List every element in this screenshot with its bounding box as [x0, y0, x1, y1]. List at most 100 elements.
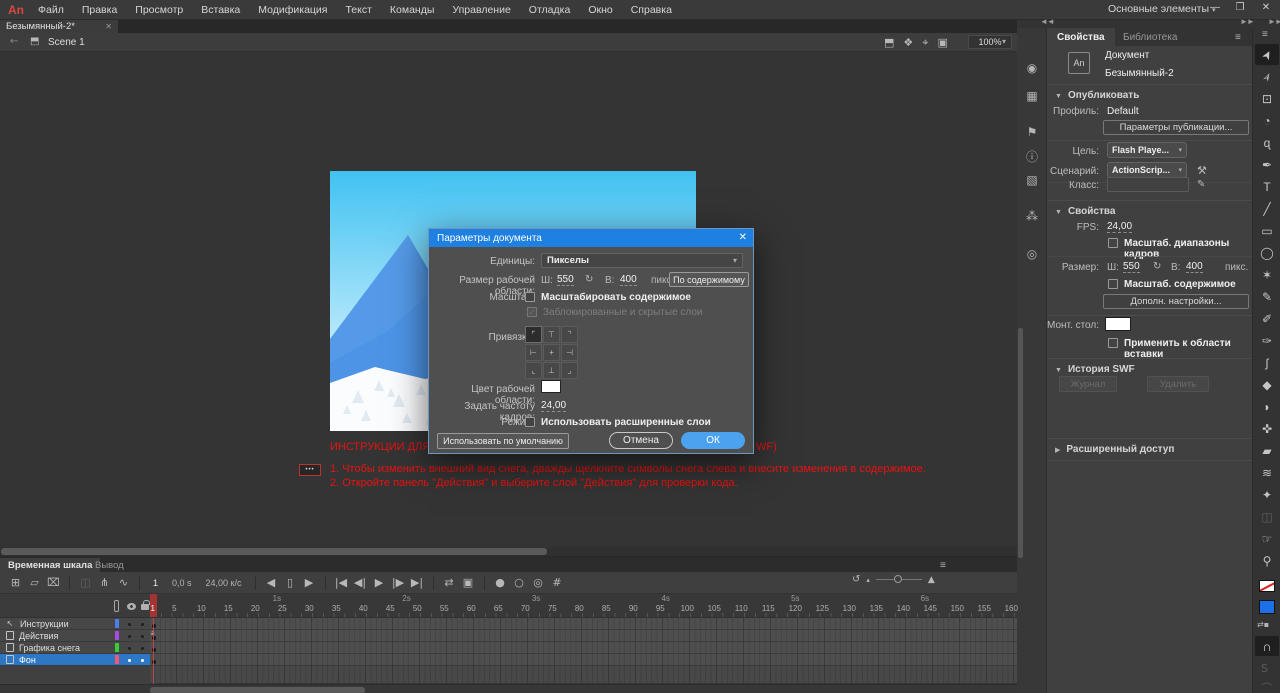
workspace-switcher[interactable]: Основные элементы ▾ — [1108, 3, 1215, 15]
code-snippets-panel-icon[interactable]: ⁂ — [1017, 206, 1047, 226]
collapse-left-chevrons-icon[interactable]: ◄◄ — [1040, 17, 1054, 26]
loop-playback-icon[interactable]: ⇄ — [440, 575, 459, 591]
color-panel-icon[interactable]: ◉ — [1017, 58, 1047, 78]
empty-frame-area[interactable] — [150, 666, 1017, 684]
asset-warp-tool[interactable]: ✦ — [1255, 484, 1279, 505]
framerate-value[interactable]: 24,00 — [541, 400, 566, 412]
scale-content-checkbox[interactable] — [1108, 279, 1118, 289]
rectangle-tool[interactable]: ▭ — [1255, 220, 1279, 241]
menu-item-9[interactable]: Окно — [588, 4, 612, 16]
ink-bottle-tool[interactable]: ◗ — [1255, 396, 1279, 417]
prev-keyframe-icon[interactable]: ◀ — [262, 575, 281, 591]
edit-symbols-icon[interactable]: ❖ — [903, 36, 913, 49]
anchor-cell-1[interactable]: ⊤ — [543, 326, 560, 343]
bone-tool[interactable]: ʃ — [1255, 352, 1279, 373]
swap-colors-icon[interactable]: ⇄▪ — [1257, 620, 1269, 629]
anchor-cell-7[interactable]: ⊥ — [543, 362, 560, 379]
anchor-cell-8[interactable]: ⌟ — [561, 362, 578, 379]
menu-item-6[interactable]: Команды — [390, 4, 435, 16]
layer-visible-dot[interactable] — [128, 647, 131, 650]
match-contents-button[interactable]: По содержимому — [669, 272, 749, 287]
stage-v-scrollbar-thumb[interactable] — [1018, 328, 1023, 558]
height-value[interactable]: 400 — [620, 274, 637, 286]
snow-symbol-instance[interactable]: ••• — [299, 464, 321, 476]
layer-row-Действия[interactable]: Действия — [0, 630, 150, 642]
size-h-value[interactable]: 400 — [1186, 261, 1203, 273]
advanced-layers-checkbox-label[interactable]: Использовать расширенные слои — [541, 417, 711, 428]
layer-lock-dot[interactable] — [141, 635, 144, 638]
back-arrow-icon[interactable]: ← — [10, 36, 18, 47]
apply-paste-label[interactable]: Применить к области вставки — [1124, 338, 1252, 360]
eyedropper-tool[interactable]: ✜ — [1255, 418, 1279, 439]
anchor-cell-0[interactable]: ⌜ — [525, 326, 542, 343]
layer-lock-dot[interactable] — [141, 647, 144, 650]
width-value[interactable]: 550 — [557, 274, 574, 286]
go-first-frame-icon[interactable]: |◀ — [332, 575, 351, 591]
gradient-transform-tool[interactable]: ◔ — [1255, 110, 1279, 131]
layer-lock-dot[interactable] — [141, 623, 144, 626]
script-dropdown[interactable]: ActionScrip...▾ — [1107, 162, 1187, 178]
go-last-frame-icon[interactable]: ▶| — [408, 575, 427, 591]
zoom-out-frames-icon[interactable]: ▴ — [866, 576, 870, 584]
tab-output[interactable]: Вывод — [95, 558, 124, 572]
clip-content-icon[interactable]: ▣ — [937, 36, 947, 49]
timeline-h-scrollbar[interactable] — [0, 684, 1017, 693]
publish-section-header[interactable]: ▼Опубликовать — [1055, 90, 1139, 101]
stage-color-swatch[interactable] — [1105, 317, 1131, 331]
frame-row-Инструкции[interactable] — [150, 618, 1017, 630]
snap-to-objects-toggle[interactable]: ∩ — [1255, 636, 1279, 656]
pencil-icon[interactable]: ✎ — [1197, 179, 1205, 190]
eye-column-icon[interactable] — [127, 603, 136, 610]
layer-outline-swatch[interactable] — [115, 619, 119, 628]
apply-paste-checkbox[interactable] — [1108, 338, 1118, 348]
scale-content-label[interactable]: Масштаб. содержимое — [1124, 279, 1236, 290]
tab-library[interactable]: Библиотека — [1113, 28, 1187, 46]
menu-item-7[interactable]: Управление — [452, 4, 510, 16]
restore-button[interactable]: ❐ — [1230, 2, 1250, 13]
polystar-tool[interactable]: ✶ — [1255, 264, 1279, 285]
scale-content-checkbox-label[interactable]: Масштабировать содержимое — [541, 292, 691, 303]
clip-range-icon[interactable]: ▣ — [459, 575, 478, 591]
paint-brush-tool[interactable]: ✑ — [1255, 330, 1279, 351]
eraser-tool[interactable]: ▰ — [1255, 440, 1279, 461]
advanced-settings-button[interactable]: Дополн. настройки... — [1103, 294, 1249, 309]
anchor-cell-4[interactable]: + — [543, 344, 560, 361]
align-panel-icon[interactable]: ⚑ — [1017, 122, 1047, 142]
edit-multiple-frames-icon[interactable]: ◎ — [529, 575, 548, 591]
transform-panel-icon[interactable]: ▧ — [1017, 170, 1047, 190]
lasso-tool[interactable]: ɋ — [1255, 132, 1279, 153]
timeline-zoom-slider[interactable] — [876, 579, 922, 580]
oval-tool[interactable]: ◯ — [1255, 242, 1279, 263]
menu-item-8[interactable]: Отладка — [529, 4, 571, 16]
anchor-cell-3[interactable]: ⊢ — [525, 344, 542, 361]
ok-button[interactable]: ОК — [681, 432, 745, 449]
stage-h-scrollbar-thumb[interactable] — [1, 548, 547, 555]
scene-label[interactable]: Scene 1 — [48, 37, 85, 48]
subselection-tool[interactable]: ➢ — [1255, 66, 1279, 87]
menu-item-0[interactable]: Файл — [38, 4, 64, 16]
fps-value[interactable]: 24,00 — [1107, 221, 1132, 233]
tools-panel-menu-icon[interactable]: ≡ — [1262, 29, 1268, 40]
info-panel-icon[interactable]: ⓘ — [1017, 146, 1047, 166]
outline-column-icon[interactable] — [114, 600, 119, 612]
anchor-cell-5[interactable]: ⊣ — [561, 344, 578, 361]
zoom-chevron-icon[interactable]: ▾ — [1002, 37, 1006, 46]
menu-item-1[interactable]: Правка — [82, 4, 117, 16]
scale-frame-spans-checkbox[interactable] — [1108, 238, 1118, 248]
layer-outline-swatch[interactable] — [115, 631, 119, 640]
timeline-ruler[interactable]: 1510152025303540455055606570758085909510… — [150, 594, 1017, 618]
menu-item-3[interactable]: Вставка — [201, 4, 240, 16]
layer-visible-dot[interactable] — [128, 659, 131, 662]
pen-tool[interactable]: ✒ — [1255, 154, 1279, 175]
play-icon[interactable]: ▶ — [370, 575, 389, 591]
tab-timeline[interactable]: Временная шкала — [0, 558, 100, 572]
timeline-panel-menu-icon[interactable]: ≡ — [940, 560, 946, 571]
frame-row-Действия[interactable] — [150, 630, 1017, 642]
text-tool[interactable]: T — [1255, 176, 1279, 197]
selection-tool[interactable]: ➤ — [1255, 44, 1279, 65]
panel-menu-icon[interactable]: ≡ — [1235, 32, 1241, 43]
use-default-button[interactable]: Использовать по умолчанию — [437, 433, 569, 449]
timeline-zoom-knob[interactable] — [894, 575, 902, 583]
dialog-close-icon[interactable]: ✕ — [739, 232, 747, 243]
modify-markers-icon[interactable]: # — [548, 575, 567, 591]
